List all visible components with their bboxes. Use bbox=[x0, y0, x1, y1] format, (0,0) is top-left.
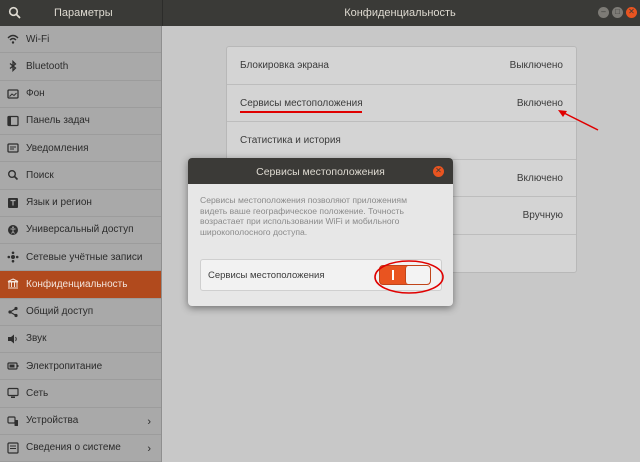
sidebar-item-label: Фон bbox=[26, 88, 45, 100]
row-label: Статистика и история bbox=[240, 135, 341, 146]
header-bar: Параметры Конфиденциальность – □ ✕ bbox=[0, 0, 640, 26]
sidebar-item-label: Bluetooth bbox=[26, 60, 69, 72]
background-icon bbox=[7, 88, 19, 100]
row-usage-history[interactable]: Статистика и история bbox=[227, 122, 576, 160]
row-label: Блокировка экрана bbox=[240, 60, 329, 71]
sidebar-item-label: Wi-Fi bbox=[26, 33, 50, 45]
sidebar-item-label: Электропитание bbox=[26, 360, 103, 372]
switch-label: Сервисы местоположения bbox=[208, 270, 325, 281]
sidebar-item-label: Язык и регион bbox=[26, 197, 92, 209]
minimize-icon: – bbox=[601, 7, 606, 16]
row-value: Выключено bbox=[509, 60, 563, 71]
maximize-icon: □ bbox=[615, 7, 620, 16]
sidebar-item-background[interactable]: Фон bbox=[0, 81, 161, 108]
sidebar-item-network[interactable]: Сеть bbox=[0, 380, 161, 408]
minimize-button[interactable]: – bbox=[598, 7, 609, 18]
accessibility-icon bbox=[7, 224, 19, 236]
dialog-close-button[interactable]: ✕ bbox=[433, 166, 444, 177]
annotation-arrow-icon bbox=[558, 110, 599, 131]
sidebar-item-bluetooth[interactable]: Bluetooth bbox=[0, 53, 161, 81]
sidebar-item-privacy[interactable]: Конфиденциальность bbox=[0, 271, 161, 299]
privacy-icon bbox=[7, 278, 19, 290]
close-icon: ✕ bbox=[435, 166, 442, 175]
sidebar-item-label: Общий доступ bbox=[26, 306, 94, 318]
sidebar-item-devices[interactable]: Устройства › bbox=[0, 408, 161, 435]
sound-icon bbox=[7, 333, 19, 345]
sidebar-item-label: Устройства bbox=[26, 415, 79, 427]
sidebar: Wi-Fi Bluetooth Фон Панель задач Уведомл… bbox=[0, 26, 162, 462]
sidebar-item-label: Сеть bbox=[26, 387, 49, 399]
row-value: Вручную bbox=[522, 210, 563, 221]
wifi-icon bbox=[7, 33, 19, 45]
sidebar-item-label: Сетевые учётные записи bbox=[26, 251, 143, 263]
dock-icon bbox=[7, 115, 19, 127]
power-icon bbox=[7, 360, 19, 372]
sidebar-item-wifi[interactable]: Wi-Fi bbox=[0, 26, 161, 54]
info-icon bbox=[7, 442, 19, 454]
sidebar-item-label: Сведения о системе bbox=[26, 442, 121, 454]
annotation-ellipse bbox=[374, 260, 444, 294]
close-icon: ✕ bbox=[628, 7, 635, 16]
dialog-title: Сервисы местоположения bbox=[256, 166, 385, 178]
row-screen-lock[interactable]: Блокировка экрана Выключено bbox=[227, 47, 576, 85]
sidebar-item-label: Уведомления bbox=[26, 142, 89, 154]
close-button[interactable]: ✕ bbox=[626, 7, 637, 18]
language-icon bbox=[7, 197, 19, 209]
sidebar-item-sound[interactable]: Звук bbox=[0, 326, 161, 353]
annotation-underline bbox=[240, 111, 362, 113]
row-location-services[interactable]: Сервисы местоположения Включено bbox=[227, 85, 576, 122]
notifications-icon bbox=[7, 142, 19, 154]
bluetooth-icon bbox=[7, 60, 19, 73]
sidebar-item-online-accounts[interactable]: Сетевые учётные записи bbox=[0, 244, 161, 272]
sidebar-item-label: Панель задач bbox=[26, 115, 90, 127]
chevron-right-icon: › bbox=[147, 415, 151, 428]
sidebar-item-language[interactable]: Язык и регион bbox=[0, 190, 161, 217]
sidebar-item-notifications[interactable]: Уведомления bbox=[0, 135, 161, 163]
sidebar-item-accessibility[interactable]: Универсальный доступ bbox=[0, 217, 161, 244]
sidebar-item-dock[interactable]: Панель задач bbox=[0, 108, 161, 135]
row-label: Сервисы местоположения bbox=[240, 97, 363, 109]
sidebar-item-sharing[interactable]: Общий доступ bbox=[0, 299, 161, 326]
sidebar-item-label: Универсальный доступ bbox=[26, 224, 134, 236]
network-icon bbox=[7, 387, 19, 399]
chevron-right-icon: › bbox=[147, 442, 151, 455]
sidebar-item-label: Конфиденциальность bbox=[26, 278, 128, 290]
sidebar-item-label: Поиск bbox=[26, 169, 54, 181]
devices-icon bbox=[7, 415, 19, 427]
online-accounts-icon bbox=[7, 251, 19, 263]
dialog-description: Сервисы местоположения позволяют приложе… bbox=[200, 195, 407, 237]
maximize-button[interactable]: □ bbox=[612, 7, 623, 18]
sidebar-item-details[interactable]: Сведения о системе › bbox=[0, 435, 161, 462]
sidebar-item-power[interactable]: Электропитание bbox=[0, 353, 161, 381]
search-icon bbox=[7, 169, 19, 181]
sidebar-item-search[interactable]: Поиск bbox=[0, 162, 161, 190]
page-title: Конфиденциальность bbox=[344, 7, 456, 19]
sidebar-item-label: Звук bbox=[26, 333, 47, 345]
row-value: Включено bbox=[516, 172, 563, 184]
share-icon bbox=[7, 306, 19, 318]
